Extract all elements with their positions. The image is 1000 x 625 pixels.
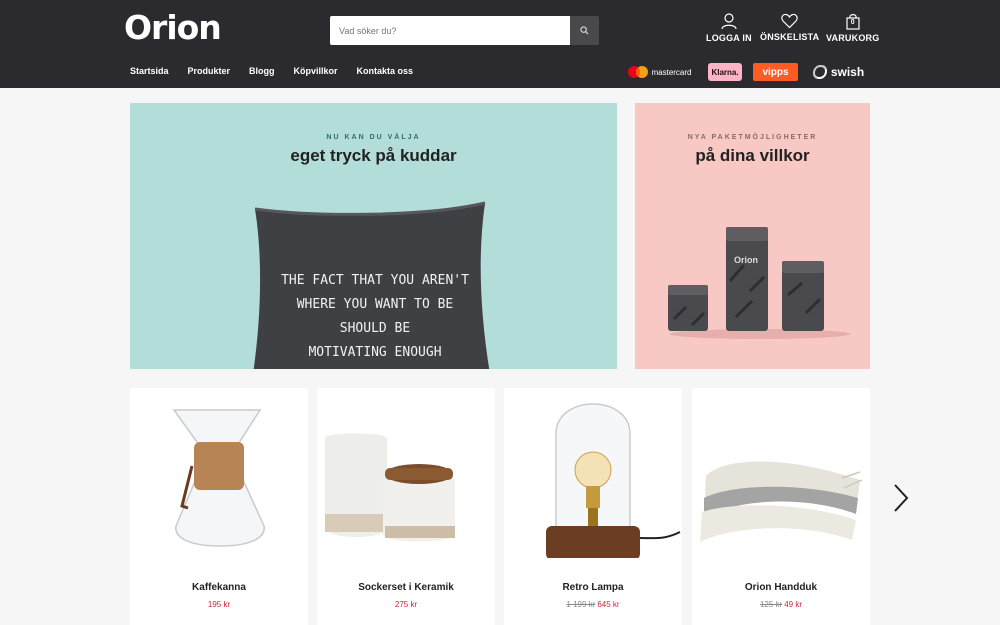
swish-icon: [812, 64, 827, 80]
search-bar: [330, 16, 599, 45]
pillow-line: WHERE YOU WANT TO BE: [296, 297, 454, 312]
product-card[interactable]: Retro Lampa 1 199 kr 645 kr: [504, 388, 682, 625]
product-price: 195 kr: [130, 600, 308, 609]
carousel-next-icon[interactable]: [891, 482, 911, 514]
site-header: Orion LOGGA IN ÖNSKELISTA 0 VARUKORG Sta…: [0, 0, 1000, 88]
pillow-text: THE FACT THAT YOU AREN'T WHERE YOU WANT …: [270, 269, 480, 365]
login-button[interactable]: LOGGA IN: [706, 13, 752, 47]
product-price: 125 kr 49 kr: [692, 600, 870, 609]
product-card[interactable]: Kaffekanna 195 kr: [130, 388, 308, 625]
product-card[interactable]: Sockerset i Keramik 275 kr: [317, 388, 495, 625]
product-price: 1 199 kr 645 kr: [504, 600, 682, 609]
banner-headline: eget tryck på kuddar: [290, 146, 457, 165]
nav-startsida[interactable]: Startsida: [130, 66, 169, 78]
banner-pillows[interactable]: NU KAN DU VÄLJA eget tryck på kuddar THE…: [130, 103, 617, 369]
banner-packaging[interactable]: NYA PAKETMÖJLIGHETER på dina villkor Ori…: [635, 103, 870, 369]
cart-count: 0: [850, 19, 855, 26]
cart-label: VARUKORG: [826, 33, 880, 43]
product-price-current: 275 kr: [394, 600, 418, 609]
wishlist-button[interactable]: ÖNSKELISTA: [760, 13, 819, 47]
mastercard-label: mastercard: [651, 67, 692, 77]
wishlist-label: ÖNSKELISTA: [760, 32, 820, 42]
mastercard-icon: [628, 66, 649, 78]
cart-icon-wrap: 0: [846, 13, 860, 30]
product-name: Retro Lampa: [562, 582, 624, 593]
banner-kicker: NU KAN DU VÄLJA: [326, 134, 421, 141]
product-price-old: 1 199 kr: [566, 600, 596, 609]
mastercard-badge: mastercard: [625, 62, 695, 82]
pillow-line: MOTIVATING ENOUGH: [308, 345, 442, 360]
product-name: Kaffekanna: [192, 582, 246, 593]
klarna-badge: Klarna.: [708, 63, 742, 81]
vipps-label: vipps: [762, 66, 789, 78]
nav-kontakta-oss[interactable]: Kontakta oss: [357, 66, 414, 78]
product-name: Orion Handduk: [744, 582, 818, 593]
banner-headline: på dina villkor: [695, 146, 810, 165]
user-icon: [721, 13, 737, 30]
product-price: 275 kr: [317, 600, 495, 609]
swish-badge: swish: [808, 62, 868, 82]
main-nav: Startsida Produkter Blogg Köpvillkor Kon…: [130, 66, 432, 78]
tins-image: [668, 227, 850, 339]
cart-button[interactable]: 0 VARUKORG: [826, 13, 879, 47]
nav-blogg[interactable]: Blogg: [249, 66, 275, 78]
product-price-current: 645 kr: [597, 600, 620, 609]
vipps-badge: vipps: [753, 63, 798, 81]
orion-logo[interactable]: Orion: [124, 8, 228, 48]
klarna-label: Klarna.: [711, 67, 739, 77]
product-price-current: 49 kr: [784, 600, 803, 609]
pillow-line: THE FACT THAT YOU AREN'T: [281, 273, 469, 288]
login-label: LOGGA IN: [706, 33, 752, 43]
nav-produkter[interactable]: Produkter: [188, 66, 231, 78]
pillow-line: SHOULD BE: [339, 321, 411, 336]
tin-label: Orion: [734, 255, 758, 265]
product-image-coffee-pot: [172, 409, 265, 547]
product-price-old: 125 kr: [759, 600, 783, 609]
product-image-ceramic-set: [325, 433, 455, 542]
heart-icon: [781, 13, 798, 29]
product-name: Sockerset i Keramik: [358, 582, 454, 593]
product-price-current: 195 kr: [207, 600, 231, 609]
header-actions: LOGGA IN ÖNSKELISTA 0 VARUKORG: [700, 13, 879, 47]
product-image-towel: [700, 461, 863, 542]
swish-label: swish: [830, 65, 865, 79]
nav-kopvillkor[interactable]: Köpvillkor: [294, 66, 338, 78]
product-card[interactable]: Orion Handduk 125 kr 49 kr: [692, 388, 870, 625]
search-icon: [580, 26, 589, 35]
banner-kicker: NYA PAKETMÖJLIGHETER: [687, 134, 818, 141]
logo-text: Orion: [124, 8, 222, 47]
search-input[interactable]: [330, 16, 570, 45]
product-image-retro-lamp: [546, 403, 681, 558]
search-button[interactable]: [570, 16, 599, 45]
